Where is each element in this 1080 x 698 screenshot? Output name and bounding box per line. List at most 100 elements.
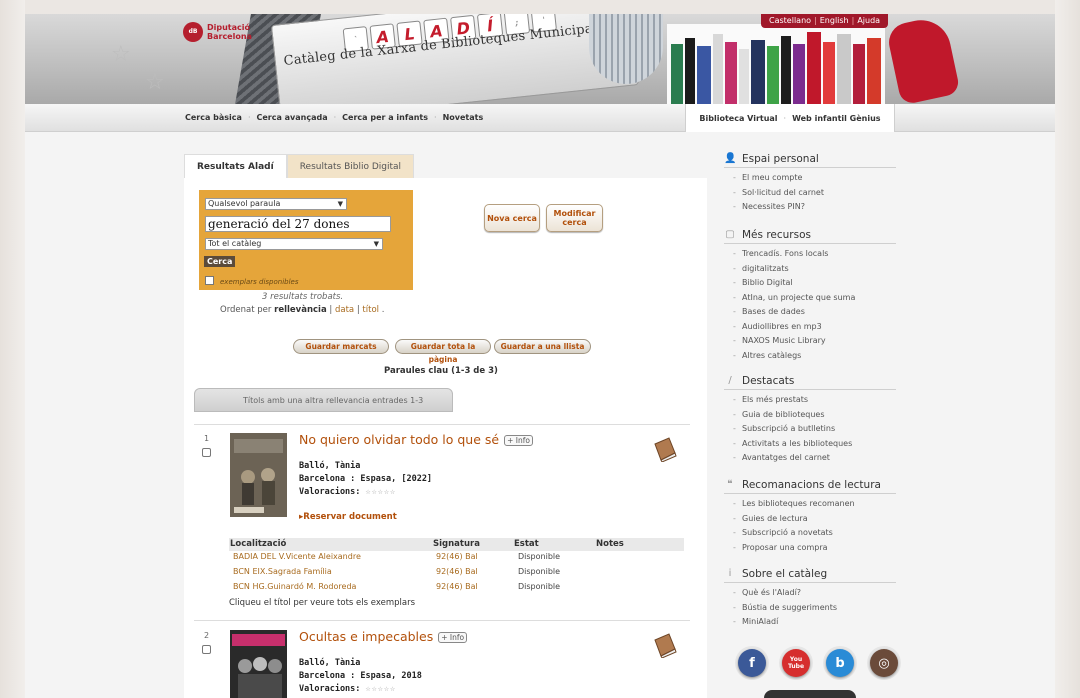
modify-search-button[interactable]: Modificar cerca [546,204,603,232]
logo-mark: dB [183,22,203,42]
star-decoration: ☆ [111,42,131,67]
sort-date[interactable]: data [335,305,354,315]
sidebar-item-trencadis-cont[interactable]: digitalitzats [724,262,896,277]
sidebar-item-pin[interactable]: Necessites PIN? [724,200,896,215]
info-button[interactable]: + Info [438,632,468,643]
holding-location[interactable]: BCN HG.Guinardó M. Rodoreda [233,582,356,591]
sidebar-item-most-borrowed[interactable]: Els més prestats [724,393,896,408]
sidebar-item-suggest-purchase[interactable]: Proposar una compra [724,541,896,556]
save-to-list-button[interactable]: Guardar a una llista [494,339,591,354]
sort-title[interactable]: títol [362,305,379,315]
sidebar-item-audiobooks[interactable]: Audiollibres en mp3 [724,320,896,335]
sidebar-item-trencadis[interactable]: Trencadís. Fons locals [724,247,896,262]
sidebar-item-suggestions[interactable]: Bústia de suggeriments [724,601,896,616]
diputacio-logo[interactable]: dB Diputació Barcelona [183,22,252,42]
holding-signature: 92(46) Bal [436,552,478,561]
info-button[interactable]: + Info [504,435,533,446]
sidebar-item-other-catalogs[interactable]: Altres catàlegs [724,349,896,364]
col-location: Localització [230,539,287,549]
holding-signature: 92(46) Bal [436,567,478,576]
record-title[interactable]: No quiero olvidar todo lo que sé + Info [299,432,533,447]
divider [194,620,690,621]
info-icon: i [728,568,732,579]
sidebar-item-naxos[interactable]: NAXOS Music Library [724,334,896,349]
sidebar-item-card-benefits[interactable]: Avantatges del carnet [724,451,896,466]
sidebar-item-atina[interactable]: AtIna, un projecte que suma [724,291,896,306]
sidebar-item-card-request[interactable]: Sol·licitud del carnet [724,186,896,201]
book-spine [751,40,765,104]
star-rating[interactable]: ☆☆☆☆☆ [366,684,397,694]
record-title[interactable]: Ocultas e impecables + Info [299,629,468,644]
chevron-down-icon: ▼ [373,240,379,248]
record-checkbox[interactable] [202,645,211,654]
sidebar-item-minialadi[interactable]: MiniAladí [724,615,896,630]
nav-genius[interactable]: Web infantil Gènius [792,114,880,123]
result-tabs: Resultats Aladí Resultats Biblio Digital [184,154,415,178]
search-field-select[interactable]: Qualsevol paraula ▼ [205,198,347,210]
record-publisher: Barcelona : Espasa, [2022] [299,474,433,484]
social-link-blog[interactable]: b [823,646,857,680]
sidebar-item-what-is-aladi[interactable]: Què és l'Aladí? [724,586,896,601]
bottom-widget[interactable] [764,690,856,698]
record-number: 2 [204,631,210,640]
star-rating[interactable]: ☆☆☆☆☆ [366,487,397,497]
sidebar-heading: i Sobre el catàleg [724,565,896,583]
book-spine [685,38,695,104]
social-link-youtube[interactable]: You Tube [779,646,813,680]
search-input[interactable]: generació del 27 dones [205,216,391,232]
book-cover[interactable] [230,433,287,517]
record-author: Balló, Tània [299,658,361,668]
sidebar-heading-text: Sobre el catàleg [742,567,828,580]
record-author: Balló, Tània [299,461,361,471]
nav-kids-search[interactable]: Cerca per a infants [342,113,428,122]
search-scope-select[interactable]: Tot el catàleg ▼ [205,238,383,250]
search-submit-button[interactable]: Cerca [204,256,236,267]
reserve-label: Reservar document [303,512,397,522]
nav-separator: · [333,113,337,122]
sidebar-item-activities[interactable]: Activitats a les biblioteques [724,437,896,452]
help-link[interactable]: Ajuda [857,14,880,28]
sidebar-reading: ❝ Recomanacions de lectura Les bibliotequ… [724,476,896,555]
results-count: 3 resultats trobats. [262,292,344,302]
sidebar-list: Trencadís. Fons locals digitalitzats Bib… [724,244,896,363]
sidebar-item-newsletters[interactable]: Subscripció a butlletins [724,422,896,437]
nav-virtual-library[interactable]: Biblioteca Virtual [699,114,777,123]
separator: | [329,305,333,315]
sidebar-heading-text: Recomanacions de lectura [742,478,881,491]
holding-location[interactable]: BADIA DEL V.Vicente Aleixandre [233,552,361,561]
new-search-button[interactable]: Nova cerca [484,204,540,232]
available-copies-checkbox[interactable] [205,276,214,285]
nav-new-items[interactable]: Novetats [443,113,484,122]
sidebar-item-libraries-recommend[interactable]: Les biblioteques recomanen [724,497,896,512]
holding-status: Disponible [518,552,561,561]
sidebar-about: i Sobre el catàleg Què és l'Aladí? Bústia… [724,565,896,630]
nav-advanced-search[interactable]: Cerca avançada [256,113,327,122]
page-background-left [0,0,25,698]
sidebar-list: El meu compte Sol·licitud del carnet Nec… [724,168,896,215]
logo-line1: Diputació [207,23,251,32]
social-link-instagram[interactable]: ◎ [867,646,901,680]
book-cover-image [230,630,287,698]
tab-biblio-digital[interactable]: Resultats Biblio Digital [286,154,415,178]
sidebar-item-new-subscription[interactable]: Subscripció a novetats [724,526,896,541]
tab-aladi-results[interactable]: Resultats Aladí [184,154,287,178]
sidebar-item-databases[interactable]: Bases de dades [724,305,896,320]
save-page-button[interactable]: Guardar tota la pàgina [395,339,491,364]
sidebar-item-biblio-digital[interactable]: Biblio Digital [724,276,896,291]
relevance-tab[interactable]: Títols amb una altra rellevancia entrade… [194,388,453,412]
reserve-document-link[interactable]: ▸Reservar document [299,512,397,522]
nav-separator: · [783,113,787,123]
holding-location[interactable]: BCN EIX.Sagrada Família [233,567,332,576]
social-link-facebook[interactable]: f [735,646,769,680]
save-marked-button[interactable]: Guardar marcats [293,339,389,354]
sidebar-item-library-guide[interactable]: Guia de biblioteques [724,408,896,423]
lang-castellano[interactable]: Castellano [769,14,811,28]
sidebar-item-my-account[interactable]: El meu compte [724,171,896,186]
nav-basic-search[interactable]: Cerca bàsica [185,113,242,122]
book-cover[interactable] [230,630,287,698]
sidebar-item-reading-guides[interactable]: Guies de lectura [724,512,896,527]
page-background-right [1055,0,1080,698]
record-checkbox[interactable] [202,448,211,457]
social-links: f You Tube b ◎ [735,646,901,680]
lang-english[interactable]: English [820,14,849,28]
